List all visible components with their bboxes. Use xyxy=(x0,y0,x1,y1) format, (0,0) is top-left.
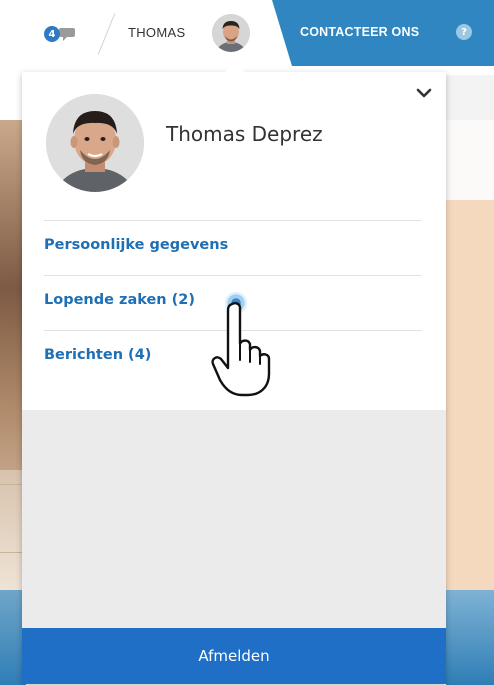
background-banner xyxy=(446,120,494,200)
chevron-down-icon[interactable] xyxy=(415,86,433,100)
avatar[interactable] xyxy=(212,14,250,52)
chat-bubble-icon xyxy=(59,28,75,41)
dropdown-pointer xyxy=(224,62,246,73)
dropdown-profile-section: Thomas Deprez Persoonlijke gegevens Lope… xyxy=(22,72,446,410)
menu-item-personal-details[interactable]: Persoonlijke gegevens xyxy=(44,220,422,275)
profile-avatar xyxy=(46,94,144,192)
background-content-panel xyxy=(446,200,494,590)
notifications-button[interactable]: 4 xyxy=(44,24,76,44)
logout-button[interactable]: Afmelden xyxy=(22,628,446,684)
hand-pointer-icon xyxy=(211,302,271,397)
user-photo xyxy=(46,94,144,192)
top-navigation-bar: 4 THOMAS CONTACTEER ONS ? xyxy=(0,0,494,66)
header-divider xyxy=(97,13,116,55)
user-photo xyxy=(212,14,250,52)
user-dropdown-menu: Thomas Deprez Persoonlijke gegevens Lope… xyxy=(22,72,446,684)
help-icon[interactable]: ? xyxy=(456,24,472,40)
background-footer-right xyxy=(446,590,494,685)
background-nav-strip xyxy=(446,75,494,120)
contact-link[interactable]: CONTACTEER ONS xyxy=(300,25,419,39)
notification-count-badge: 4 xyxy=(44,26,60,42)
user-full-name: Thomas Deprez xyxy=(166,122,323,146)
username-link[interactable]: THOMAS xyxy=(128,25,185,40)
